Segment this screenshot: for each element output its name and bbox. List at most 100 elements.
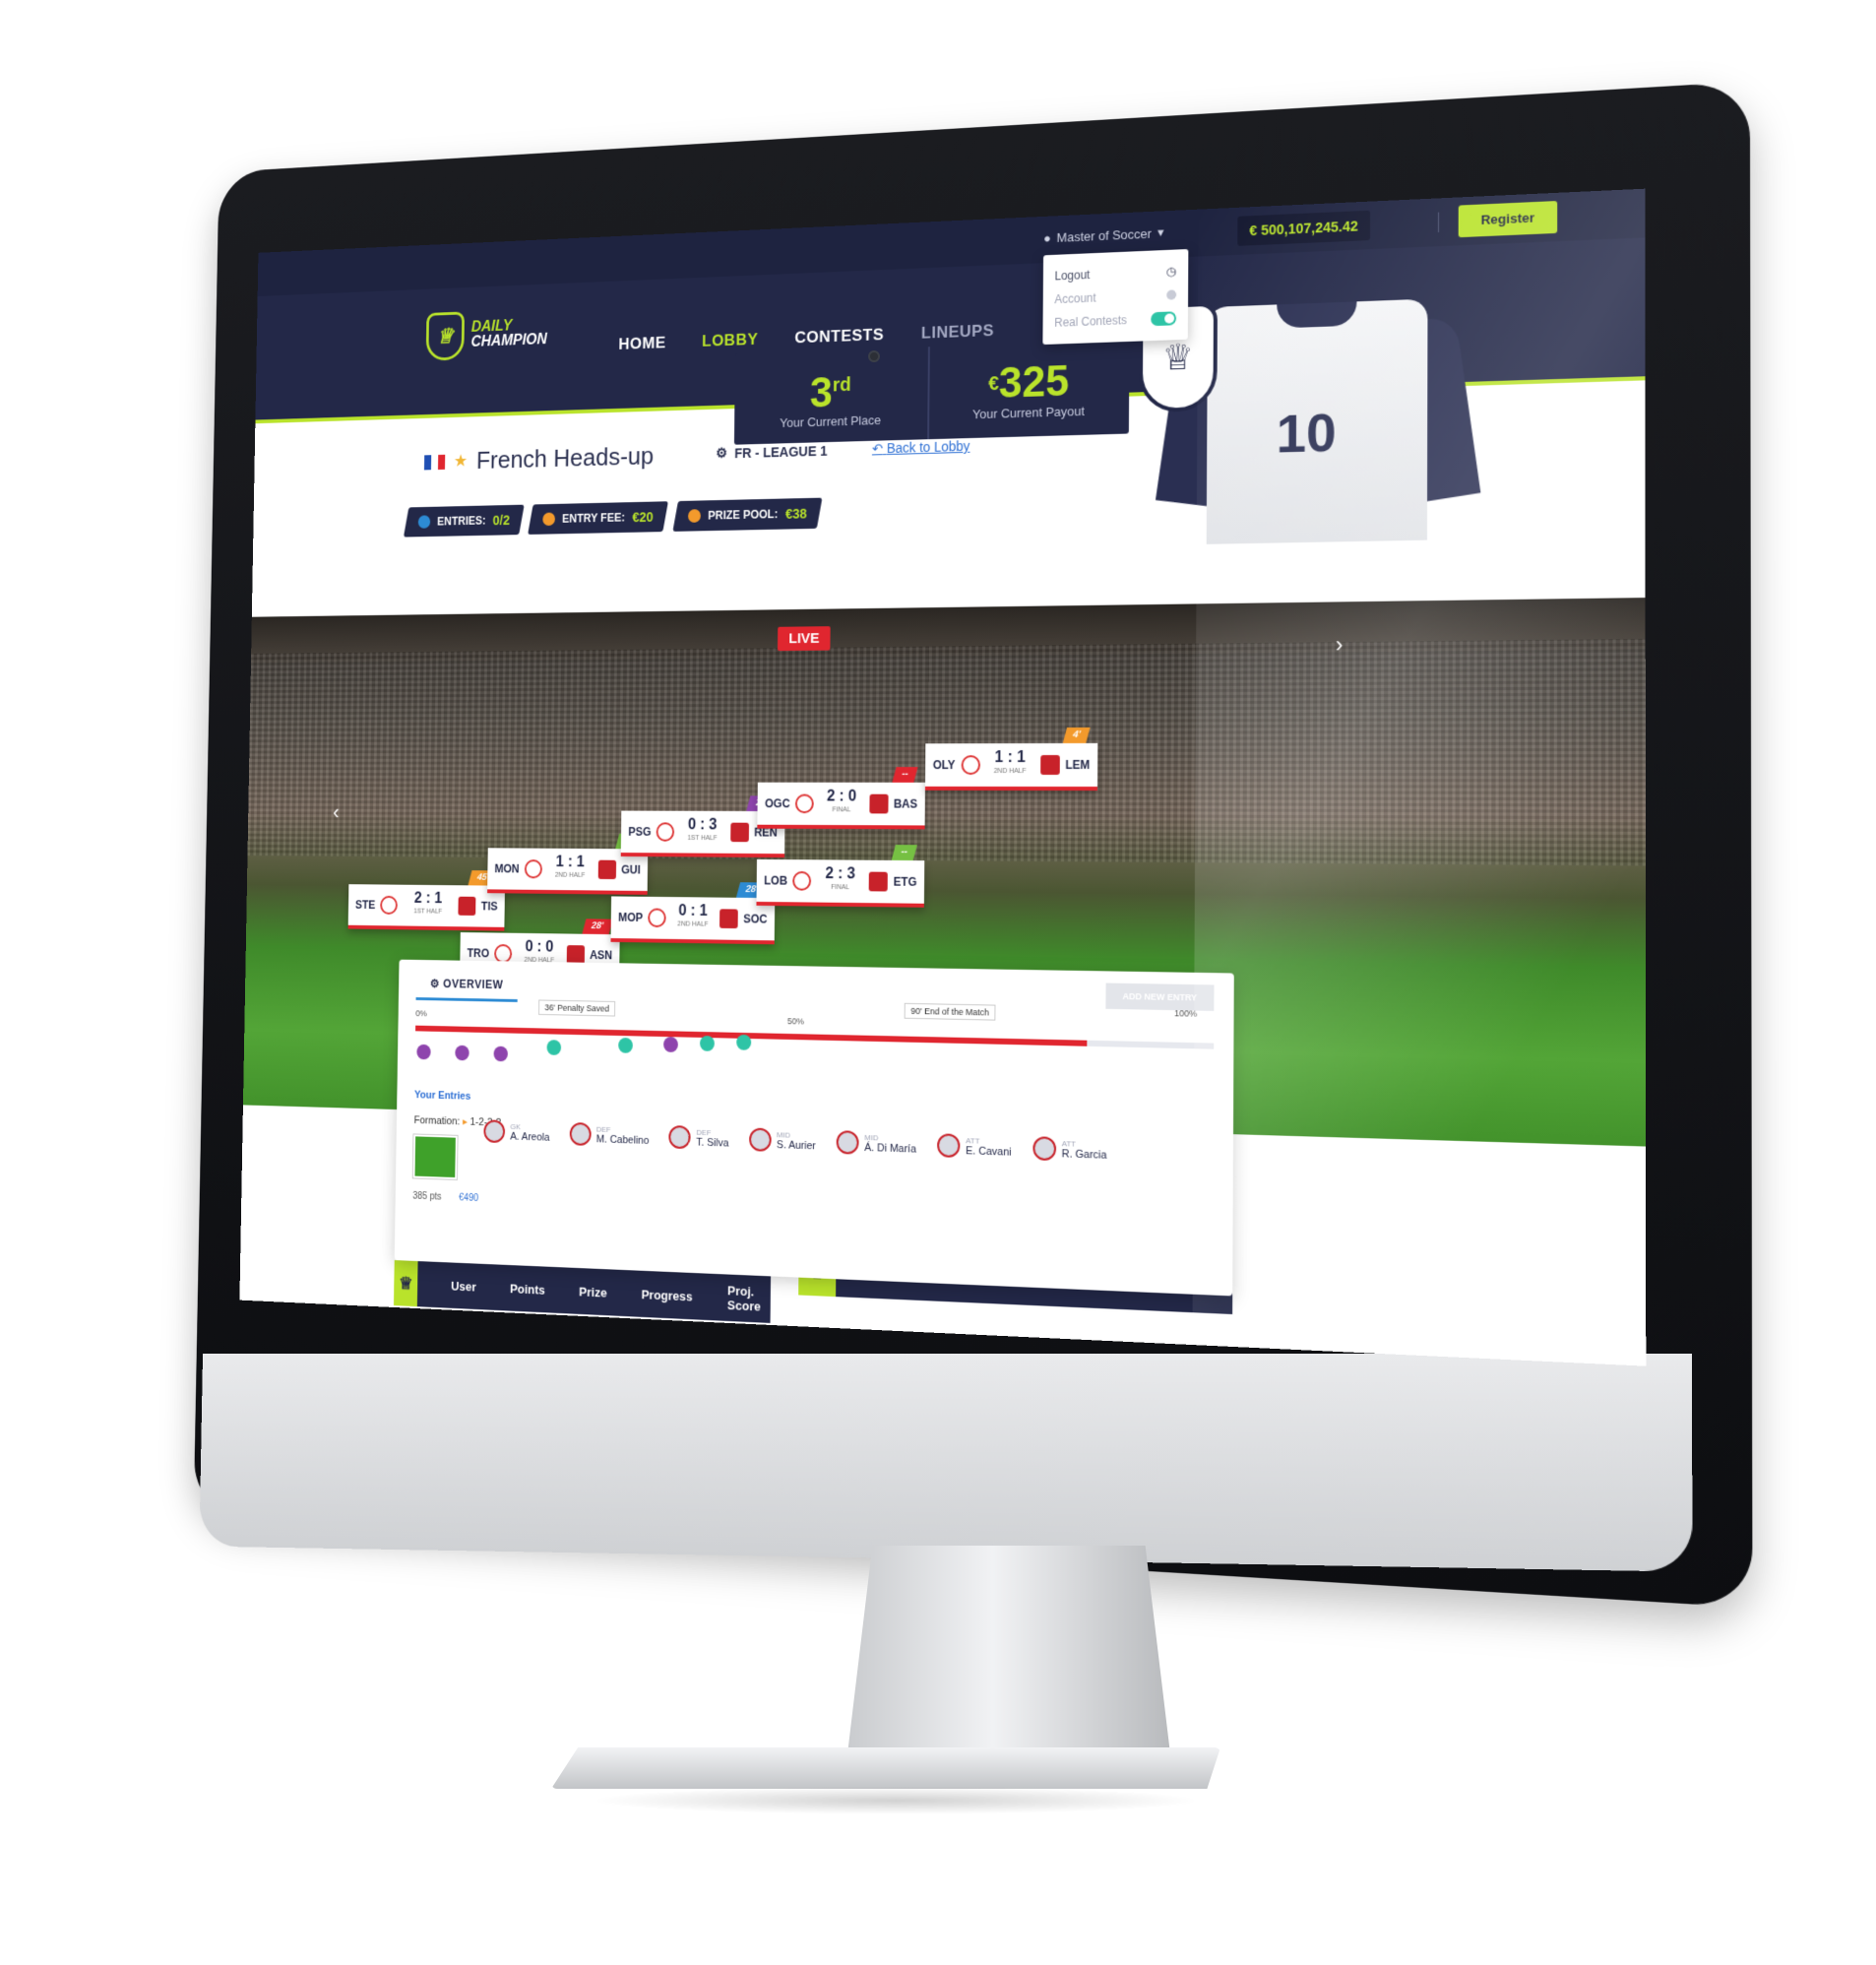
event-marker-icon[interactable] [699, 1035, 716, 1051]
col-proj-score[interactable]: Proj. Score [727, 1283, 771, 1314]
home-team: OLY [932, 758, 956, 773]
away-team: ETG [893, 874, 917, 889]
player-item[interactable]: DEF T. Silva [668, 1125, 729, 1150]
player-name: E. Cavani [966, 1144, 1012, 1159]
away-crest-icon [1039, 754, 1060, 776]
tab-overview[interactable]: ⚙ OVERVIEW [415, 969, 518, 1002]
entry-fee-label: ENTRY FEE: [562, 510, 626, 526]
back-to-lobby-link[interactable]: ↶ Back to Lobby [872, 438, 970, 457]
pitch-icon[interactable] [411, 1133, 459, 1180]
add-new-entry-button[interactable]: ADD NEW ENTRY [1105, 982, 1215, 1011]
col-user[interactable]: User [451, 1278, 476, 1294]
match-score: 2 : 0 FINAL [826, 788, 857, 814]
standing-panel: 3rd Your Current Place €325 Your Current… [733, 339, 1130, 445]
register-button[interactable]: Register [1458, 201, 1558, 238]
nav-contests[interactable]: CONTESTS [794, 325, 884, 348]
away-team: SOC [743, 912, 768, 926]
chevron-left-icon[interactable]: ‹ [333, 800, 340, 824]
penalty-saved-tooltip: 36' Penalty Saved [538, 999, 616, 1017]
monitor-stand-base [551, 1747, 1220, 1789]
player-item[interactable]: ATT E. Cavani [937, 1133, 1012, 1159]
real-contests-label: Real Contests [1054, 313, 1128, 330]
match-card[interactable]: -- OGC 2 : 0 FINAL BAS [757, 767, 925, 830]
entries-label: ENTRIES: [437, 514, 486, 529]
menu-item-real-contests[interactable]: Real Contests [1054, 306, 1177, 334]
player-avatar [483, 1119, 506, 1144]
player-avatar [668, 1125, 692, 1150]
overview-icon: ⚙ [429, 977, 440, 990]
event-marker-icon[interactable] [663, 1037, 678, 1053]
progress-start-label: 0% [415, 1008, 427, 1019]
contest-stats: ENTRIES: 0/2 ENTRY FEE: €20 PRIZE POOL: … [403, 497, 823, 538]
event-marker-icon[interactable] [736, 1034, 752, 1050]
match-score: 1 : 1 2ND HALF [554, 854, 586, 879]
home-crest-icon [792, 870, 812, 891]
nav-lobby[interactable]: LOBBY [702, 330, 758, 350]
screen: ● Master of Soccer ▾ € 500,107,245.42 Re… [239, 188, 1647, 1366]
payout-currency: € [988, 372, 999, 395]
back-arrow-icon: ↶ [871, 440, 884, 457]
home-crest-icon [648, 908, 667, 928]
home-team: LOB [764, 873, 788, 888]
col-progress[interactable]: Progress [641, 1287, 692, 1303]
monitor-stand [846, 1546, 1171, 1762]
monitor: ● Master of Soccer ▾ € 500,107,245.42 Re… [0, 0, 1876, 1965]
event-marker-icon[interactable] [493, 1046, 509, 1062]
col-points[interactable]: Points [510, 1281, 545, 1297]
nav-home[interactable]: HOME [618, 334, 665, 354]
prize-pool-pill: PRIZE POOL: €38 [672, 497, 823, 532]
player-name: R. Garcia [1061, 1147, 1107, 1162]
player-item[interactable]: ATT R. Garcia [1032, 1136, 1107, 1163]
player-item[interactable]: MID Á. Di María [836, 1130, 916, 1156]
player-name: A. Areola [510, 1130, 550, 1144]
trophy-icon [687, 509, 701, 523]
away-crest-icon [869, 793, 889, 814]
nav-lineups[interactable]: LINEUPS [921, 321, 994, 343]
player-item[interactable]: GK A. Areola [483, 1119, 550, 1144]
home-team: MOP [618, 911, 644, 924]
live-badge: LIVE [777, 626, 831, 652]
away-team: GUI [621, 862, 641, 877]
balance: € 500,107,245.42 [1237, 210, 1371, 246]
match-score: 0 : 3 1ST HALF [687, 816, 718, 843]
entry-fee-value: €20 [632, 509, 654, 526]
entry-points: 385 pts [412, 1190, 442, 1203]
league: ⚙ FR - LEAGUE 1 [716, 442, 827, 462]
col-prize[interactable]: Prize [579, 1284, 607, 1299]
event-marker-icon[interactable] [546, 1040, 562, 1055]
home-team: MON [494, 861, 520, 876]
current-place: 3rd Your Current Place [734, 347, 928, 444]
match-card[interactable]: 45' STE 2 : 1 1ST HALF TIS [347, 870, 506, 931]
match-card[interactable]: -- LOB 2 : 3 FINAL ETG [756, 845, 925, 908]
prize-pool-value: €38 [784, 505, 807, 522]
player-name: M. Cabelino [595, 1133, 650, 1147]
user-icon: ● [1043, 229, 1051, 245]
player-item[interactable]: MID S. Aurier [748, 1127, 816, 1153]
match-card[interactable]: 28' MOP 0 : 1 2ND HALF SOC [610, 882, 776, 945]
logout-label: Logout [1054, 268, 1091, 284]
entries-pill: ENTRIES: 0/2 [403, 504, 526, 538]
lion-logo-icon: ♕ [393, 1260, 418, 1307]
jersey-number: 10 [1276, 403, 1337, 465]
home-crest-icon [524, 859, 543, 879]
end-of-match-tooltip: 90' End of the Match [904, 1002, 996, 1021]
chevron-right-icon[interactable]: › [1336, 632, 1344, 659]
event-marker-icon[interactable] [455, 1045, 469, 1061]
star-icon[interactable]: ★ [454, 451, 469, 471]
real-contests-toggle[interactable] [1151, 311, 1177, 327]
match-card[interactable]: 4' OLY 1 : 1 2ND HALF LEM [924, 727, 1098, 792]
home-team: PSG [628, 825, 652, 839]
home-team: OGC [765, 796, 790, 811]
match-minute: 4' [1062, 727, 1091, 743]
user-menu-trigger[interactable]: ● Master of Soccer ▾ [1043, 224, 1163, 245]
event-marker-icon[interactable] [618, 1037, 633, 1053]
player-item[interactable]: DEF M. Cabelino [569, 1121, 650, 1148]
away-team: LEM [1065, 757, 1091, 772]
event-marker-icon[interactable] [416, 1044, 431, 1060]
league-icon: ⚙ [716, 444, 728, 461]
contest-title-text: French Heads-up [475, 441, 655, 475]
place-suffix: rd [832, 373, 851, 396]
logo[interactable]: ♕ DAILY CHAMPION [425, 308, 548, 361]
match-score: 2 : 3 FINAL [825, 865, 855, 892]
back-label: Back to Lobby [886, 438, 970, 457]
